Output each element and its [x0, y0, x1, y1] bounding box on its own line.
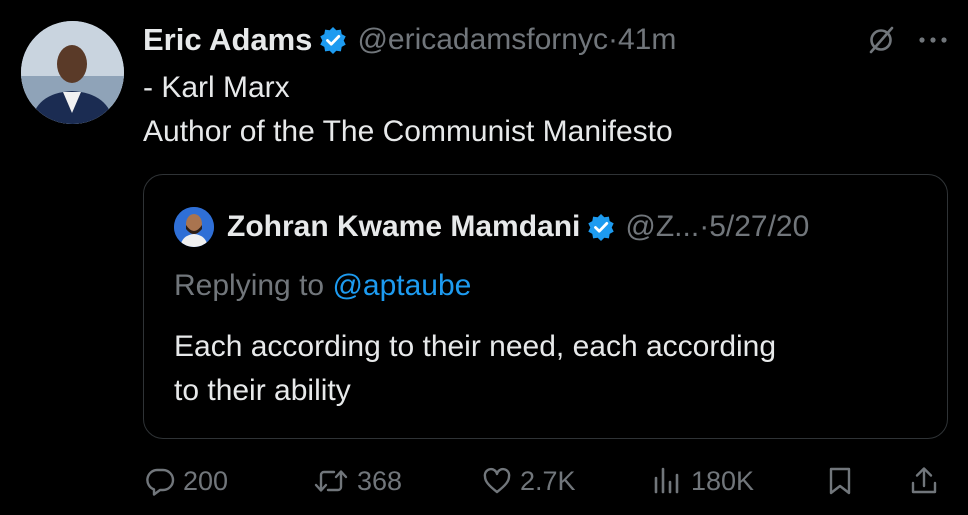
tweet-header: Eric Adams @ericadamsfornyc·41m	[143, 18, 948, 62]
verified-badge-icon	[587, 213, 615, 241]
grok-icon[interactable]	[866, 25, 896, 55]
quoted-tweet[interactable]: Zohran Kwame Mamdani @Z...·5/27/20 Reply…	[143, 174, 948, 439]
quote-author-name[interactable]: Zohran Kwame Mamdani	[227, 210, 580, 244]
more-icon[interactable]	[918, 35, 948, 45]
author-avatar[interactable]	[21, 21, 124, 124]
quote-line: Each according to their need, each accor…	[174, 330, 777, 363]
quote-date[interactable]: 5/27/20	[709, 210, 809, 243]
share-icon	[909, 465, 939, 497]
quote-author-avatar[interactable]	[174, 207, 214, 247]
quote-header: Zohran Kwame Mamdani @Z...·5/27/20	[174, 207, 927, 247]
reply-icon	[145, 466, 175, 496]
replying-prefix: Replying to	[174, 269, 325, 302]
tweet-text: - Karl Marx Author of the The Communist …	[143, 66, 943, 154]
header-icons	[866, 25, 948, 55]
like-count: 2.7K	[520, 465, 576, 496]
bookmark-button[interactable]	[827, 456, 853, 506]
quote-author-handle[interactable]: @Z...	[625, 210, 699, 243]
repost-count: 368	[357, 465, 403, 496]
tweet-time[interactable]: 41m	[618, 23, 676, 56]
like-icon	[482, 466, 512, 496]
views-count: 180K	[691, 465, 755, 496]
bookmark-icon	[827, 466, 853, 496]
reply-count: 200	[183, 465, 229, 496]
reply-button[interactable]: 200	[145, 456, 228, 506]
tweet-line: - Karl Marx	[143, 71, 290, 104]
meta-separator: ·	[699, 210, 710, 243]
repost-icon	[313, 466, 349, 496]
share-button[interactable]	[909, 456, 939, 506]
quote-meta: @Z...·5/27/20	[625, 210, 809, 244]
repost-button[interactable]: 368	[313, 456, 402, 506]
views-button[interactable]: 180K	[651, 456, 754, 506]
author-handle[interactable]: @ericadamsfornyc	[357, 23, 608, 56]
action-bar: 200 368 2.7K 180K	[143, 456, 948, 506]
meta-separator: ·	[607, 23, 618, 56]
quote-text: Each according to their need, each accor…	[174, 325, 934, 413]
quote-line: to their ability	[174, 374, 351, 407]
tweet-line: Author of the The Communist Manifesto	[143, 115, 673, 148]
views-icon	[651, 466, 683, 496]
like-button[interactable]: 2.7K	[482, 456, 576, 506]
verified-badge-icon	[319, 26, 347, 54]
replying-to: Replying to @aptaube	[174, 269, 471, 303]
author-name[interactable]: Eric Adams	[143, 22, 312, 58]
replying-mention-link[interactable]: @aptaube	[332, 269, 471, 302]
author-meta: @ericadamsfornyc·41m	[357, 23, 676, 57]
